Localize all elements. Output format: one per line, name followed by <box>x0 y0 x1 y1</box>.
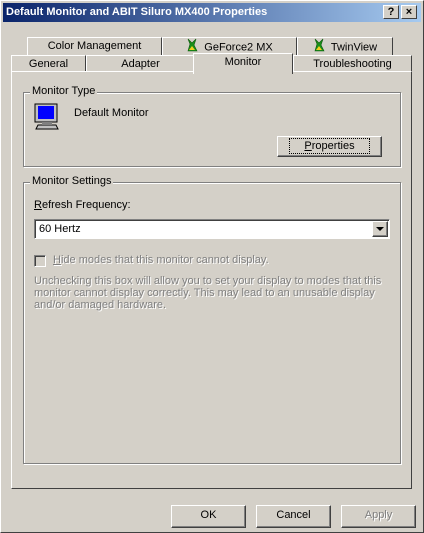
hide-modes-text: ide modes that this monitor cannot displ… <box>60 254 269 266</box>
close-button[interactable]: × <box>401 5 417 19</box>
refresh-label: Refresh Frequency: <box>34 199 131 211</box>
tab-label: TwinView <box>330 41 378 54</box>
apply-button[interactable]: Apply <box>341 505 416 528</box>
monitor-icon <box>34 103 60 134</box>
cancel-button[interactable]: Cancel <box>256 505 331 528</box>
help-button[interactable]: ? <box>383 5 399 19</box>
mnemonic: P <box>304 140 312 152</box>
properties-button[interactable]: Properties <box>277 136 382 157</box>
tab-label: Color Management <box>47 40 142 52</box>
tab-twinview[interactable]: TwinView <box>297 37 393 55</box>
properties-focus: Properties <box>289 138 370 154</box>
warning-description: Unchecking this box will allow you to se… <box>34 275 382 311</box>
refresh-value: 60 Hertz <box>39 223 81 235</box>
ok-button[interactable]: OK <box>171 505 246 528</box>
group-legend: Monitor Settings <box>30 175 114 187</box>
refresh-frequency-select[interactable]: 60 Hertz <box>34 219 390 239</box>
tab-label: Adapter <box>121 58 160 70</box>
hide-modes-checkbox[interactable] <box>34 255 46 267</box>
group-legend: Monitor Type <box>30 85 98 97</box>
tab-label: Monitor <box>224 56 262 68</box>
tab-label: GeForce2 MX <box>204 41 273 54</box>
dropdown-button[interactable] <box>372 221 388 237</box>
tab-color-management[interactable]: Color Management <box>27 37 162 55</box>
mnemonic: R <box>34 199 42 211</box>
tab-page-monitor: Monitor Type Default Monitor Properties … <box>11 71 412 489</box>
title-bar[interactable]: Default Monitor and ABIT Siluro MX400 Pr… <box>3 3 421 22</box>
monitor-settings-group: Monitor Settings Refresh Frequency: 60 H… <box>23 175 401 464</box>
window-title: Default Monitor and ABIT Siluro MX400 Pr… <box>6 6 268 18</box>
monitor-name: Default Monitor <box>74 107 149 119</box>
tab-label: Troubleshooting <box>313 58 392 70</box>
monitor-type-group: Monitor Type Default Monitor Properties <box>23 85 401 167</box>
hide-modes-label: Hide modes that this monitor cannot disp… <box>53 254 269 266</box>
tab-label: General <box>28 58 69 70</box>
properties-dialog: Default Monitor and ABIT Siluro MX400 Pr… <box>0 0 424 533</box>
properties-label: roperties <box>311 140 355 152</box>
chevron-down-icon <box>376 226 384 231</box>
refresh-label-text: efresh Frequency: <box>41 199 131 211</box>
tab-monitor[interactable]: Monitor <box>193 53 293 74</box>
mnemonic: H <box>53 254 61 266</box>
